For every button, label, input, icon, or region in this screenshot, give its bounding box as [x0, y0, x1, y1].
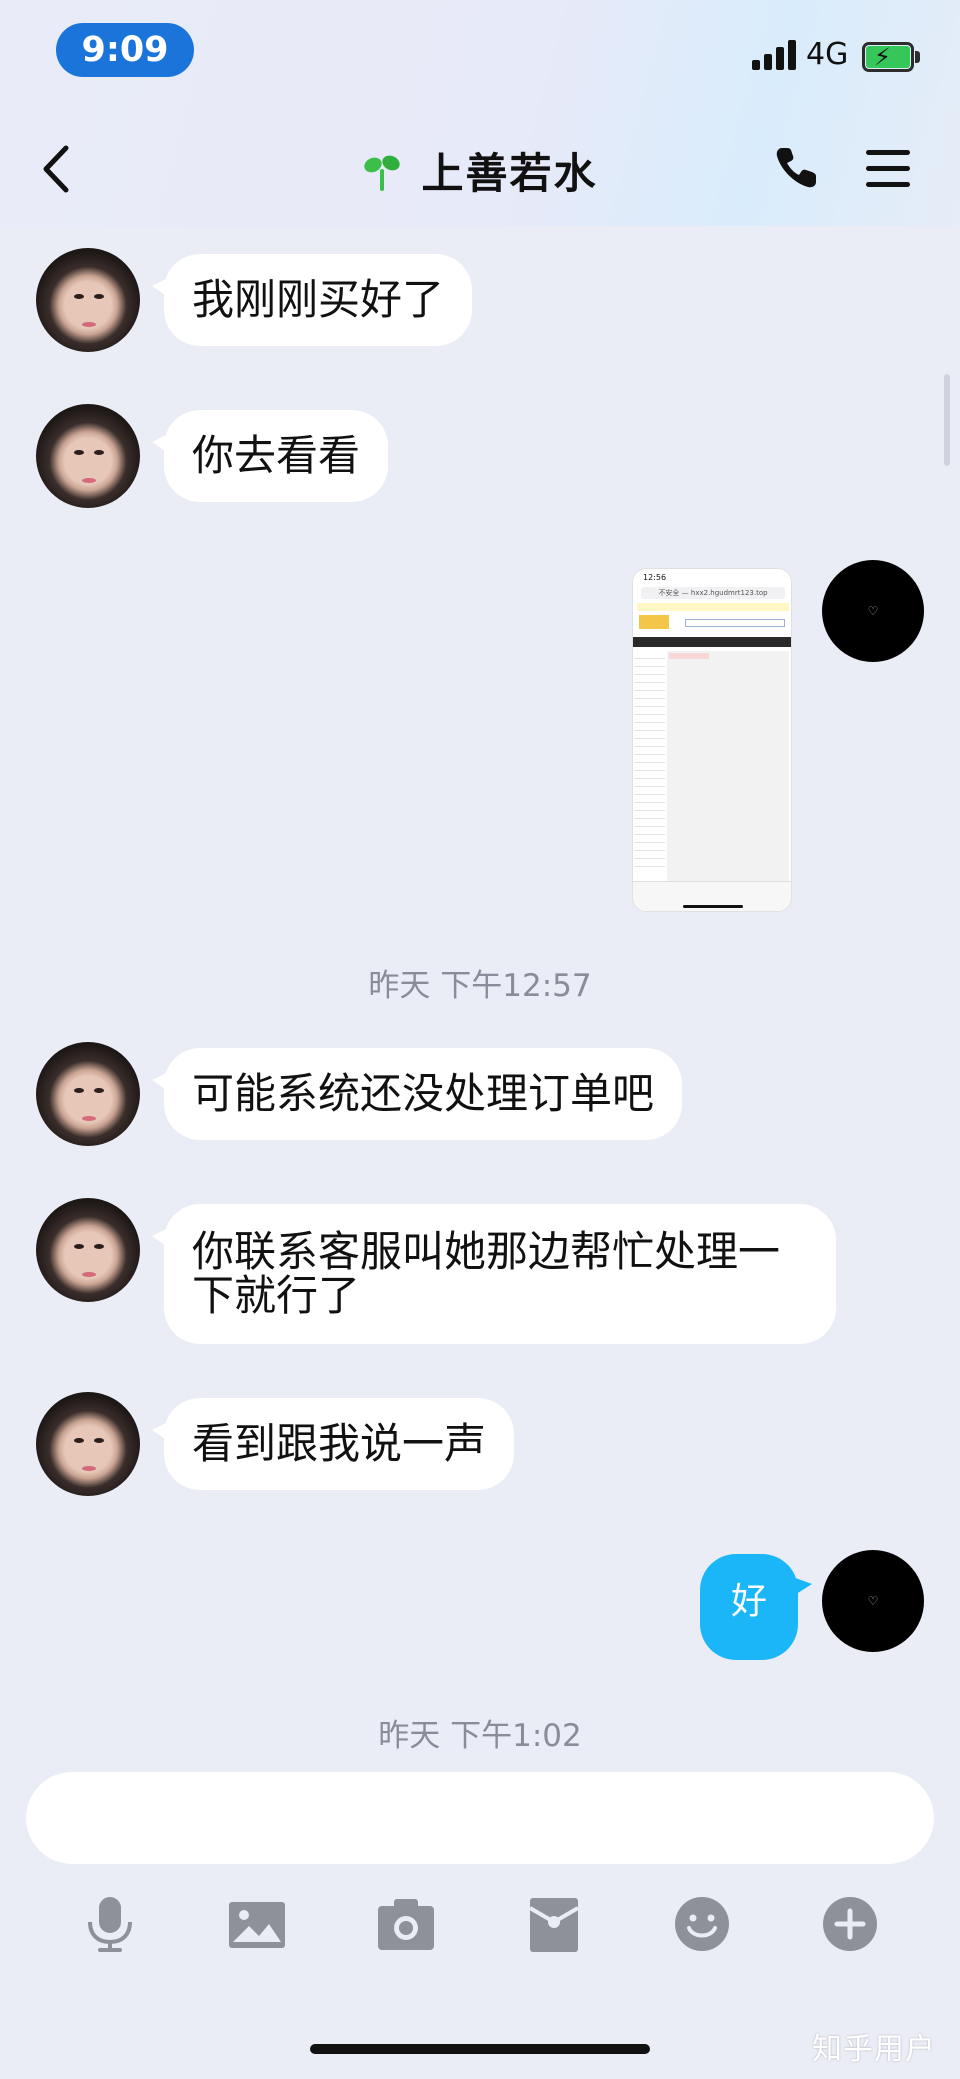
thumb-url: 不安全 — hxx2.hgudmrt123.top — [641, 587, 785, 599]
message-timestamp: 昨天 下午1:02 — [378, 1718, 582, 1754]
heart-icon: ♡ — [867, 604, 879, 618]
message-bubble[interactable]: 看到跟我说一声 — [151, 1398, 515, 1490]
menu-icon[interactable] — [866, 150, 910, 188]
scrollbar[interactable] — [944, 374, 950, 466]
microphone-icon[interactable] — [80, 1894, 140, 1954]
message-timestamp: 昨天 下午12:57 — [368, 968, 592, 1004]
contact-avatar[interactable] — [36, 404, 140, 508]
chat-header: 9:09 4G ⚡ 上善若水 — [0, 0, 960, 226]
camera-icon[interactable] — [376, 1894, 436, 1954]
message-bubble[interactable]: 你联系客服叫她那边帮忙处理一下就行了 — [152, 1204, 836, 1344]
contact-avatar[interactable] — [36, 1392, 140, 1496]
contact-avatar[interactable] — [36, 1042, 140, 1146]
phone-icon[interactable] — [774, 144, 820, 190]
contact-avatar[interactable] — [36, 248, 140, 352]
message-input[interactable] — [26, 1772, 934, 1864]
battery-icon: ⚡ — [862, 42, 920, 72]
image-icon[interactable] — [227, 1894, 287, 1954]
contact-avatar[interactable] — [36, 1198, 140, 1302]
message-bubble[interactable]: 可能系统还没处理订单吧 — [151, 1048, 683, 1140]
screenshot-image-message[interactable]: 12:56 不安全 — hxx2.hgudmrt123.top — [632, 568, 792, 912]
watermark: 知乎用户 — [812, 2032, 936, 2067]
message-bubble[interactable]: 你去看看 — [151, 410, 389, 502]
self-avatar[interactable]: ♡ — [822, 560, 924, 662]
signal-icon — [752, 40, 798, 70]
message-bubble[interactable]: 我刚刚买好了 — [151, 254, 473, 346]
thumb-time: 12:56 — [643, 573, 667, 582]
outgoing-message-bubble[interactable]: 好 — [700, 1554, 812, 1660]
self-avatar[interactable]: ♡ — [822, 1550, 924, 1652]
network-type: 4G — [806, 37, 849, 72]
plus-icon[interactable] — [820, 1894, 880, 1954]
status-time: 9:09 — [56, 23, 194, 77]
chat-title[interactable]: 上善若水 — [422, 140, 598, 201]
heart-icon: ♡ — [867, 1594, 879, 1608]
emoji-icon[interactable] — [672, 1894, 732, 1954]
home-indicator[interactable] — [310, 2044, 650, 2054]
sprout-icon — [364, 155, 401, 191]
red-packet-icon[interactable] — [524, 1894, 584, 1954]
